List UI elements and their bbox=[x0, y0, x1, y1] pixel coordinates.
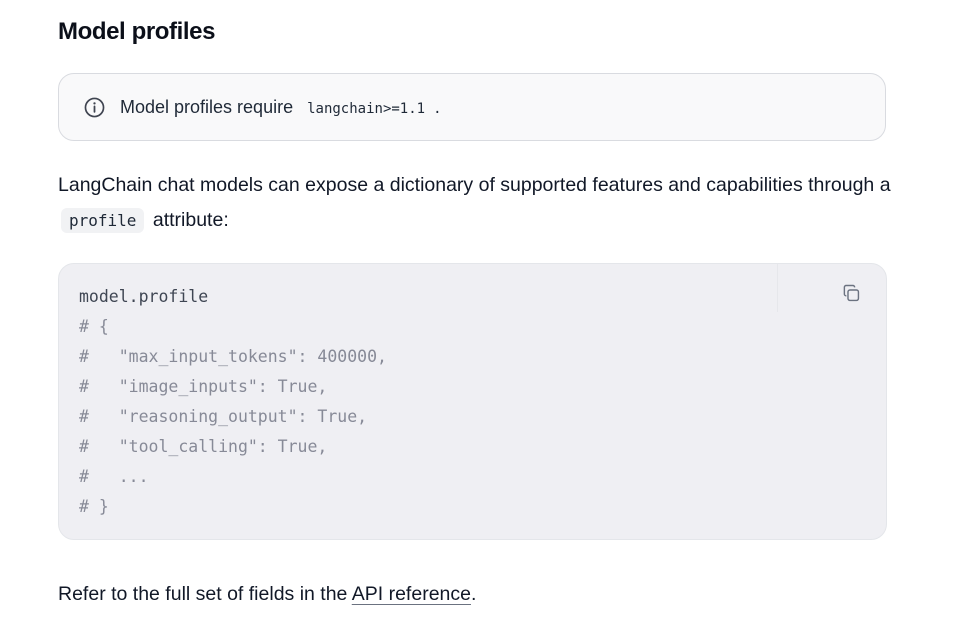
paragraph-text-after: attribute: bbox=[152, 209, 229, 231]
code-content: model.profile # { # "max_input_tokens": 40… bbox=[79, 282, 387, 522]
inline-code-profile: profile bbox=[61, 208, 145, 233]
reference-text: Refer to the full set of fields in the bbox=[58, 583, 348, 605]
code-line: # } bbox=[79, 497, 109, 516]
reference-paragraph: Refer to the full set of fields in the A… bbox=[58, 583, 476, 606]
section-heading: Model profiles bbox=[58, 18, 216, 45]
code-line: # { bbox=[79, 317, 109, 336]
code-line: # "tool_calling": True, bbox=[79, 437, 328, 456]
callout-message: Model profiles require langchain>=1.1 . bbox=[120, 97, 442, 118]
copy-icon bbox=[842, 284, 861, 308]
code-line: # "reasoning_output": True, bbox=[79, 407, 368, 426]
copy-button[interactable] bbox=[839, 284, 863, 308]
callout-code: langchain>=1.1 bbox=[307, 100, 426, 117]
callout-suffix: . bbox=[433, 100, 442, 117]
code-line: # "image_inputs": True, bbox=[79, 377, 328, 396]
info-icon bbox=[83, 96, 105, 118]
code-block: model.profile # { # "max_input_tokens": 40… bbox=[58, 263, 887, 540]
code-line: # ... bbox=[79, 467, 149, 486]
code-header-divider bbox=[777, 264, 778, 312]
code-line: model.profile bbox=[79, 287, 209, 306]
callout-text: Model profiles require bbox=[120, 96, 294, 117]
api-reference-link[interactable]: API reference bbox=[352, 583, 471, 605]
description-paragraph: LangChain chat models can expose a dicti… bbox=[58, 168, 918, 238]
reference-period: . bbox=[470, 583, 477, 605]
info-callout: Model profiles require langchain>=1.1 . bbox=[58, 73, 886, 141]
code-line: # "max_input_tokens": 400000, bbox=[79, 347, 387, 366]
paragraph-text: LangChain chat models can expose a dicti… bbox=[58, 174, 891, 196]
